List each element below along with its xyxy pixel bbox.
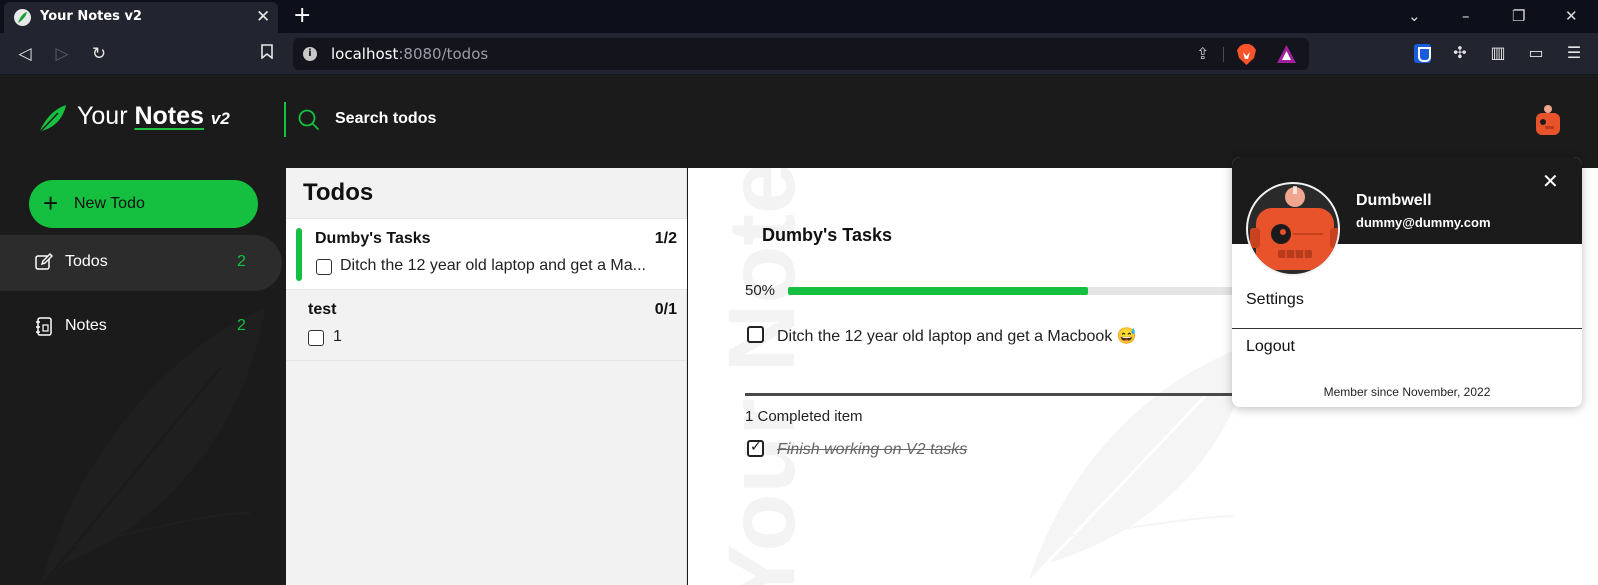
list-divider <box>286 360 687 361</box>
browser-tab-strip: Your Notes v2 ✕ + ⌄ – ❐ ✕ <box>0 0 1598 33</box>
list-item-preview: Ditch the 12 year old laptop and get a M… <box>340 257 646 274</box>
brave-rewards-icon[interactable] <box>1277 45 1296 63</box>
feather-watermark-icon <box>1026 343 1253 585</box>
new-todo-button[interactable]: + New Todo <box>29 180 258 228</box>
todo-title[interactable]: Dumby's Tasks <box>762 225 892 246</box>
close-icon[interactable]: ✕ <box>1542 171 1559 191</box>
tab-search-chevron-icon[interactable]: ⌄ <box>1408 6 1421 26</box>
sidebar-item-label: Notes <box>65 317 107 334</box>
forward-icon[interactable]: ▷ <box>50 42 74 66</box>
user-avatar[interactable] <box>1531 104 1565 138</box>
todo-list-panel: Todos Dumby's Tasks 1/2 Ditch the 12 yea… <box>286 168 687 585</box>
restore-icon[interactable]: ❐ <box>1512 6 1525 26</box>
task-text[interactable]: Ditch the 12 year old laptop and get a M… <box>777 326 1137 346</box>
extensions-icon[interactable]: ✣ <box>1449 42 1471 64</box>
list-item-ratio: 0/1 <box>654 301 677 318</box>
back-icon[interactable]: ◁ <box>13 42 37 66</box>
list-item-preview: 1 <box>333 328 342 345</box>
feather-logo-icon <box>38 105 66 134</box>
app-logo[interactable]: Your Notes v2 <box>77 102 230 131</box>
sidebar-item-todos[interactable]: Todos 2 <box>0 235 282 291</box>
list-item-name: Dumby's Tasks <box>315 230 431 247</box>
progress-fill <box>788 287 1088 295</box>
edit-icon <box>35 253 53 270</box>
sidebar-item-notes[interactable]: Notes 2 <box>0 299 282 355</box>
sidebar-item-count: 2 <box>237 317 246 334</box>
progress-percent: 50% <box>745 282 776 299</box>
list-item-checkbox[interactable] <box>308 330 324 346</box>
site-info-icon[interactable]: i <box>303 47 317 61</box>
brave-shields-icon[interactable] <box>1237 44 1256 65</box>
app-header: Your Notes v2 <box>0 76 1598 168</box>
profile-menu: Dumbwell dummy@dummy.com ✕ Settings Logo… <box>1232 157 1582 407</box>
browser-toolbar: ◁ ▷ ↻ i localhost:8080/todos ⇪ ✣ ▥ ▭ ☰ <box>0 33 1598 75</box>
profile-email: dummy@dummy.com <box>1356 215 1491 230</box>
menu-icon[interactable]: ☰ <box>1563 42 1585 64</box>
list-item-name: test <box>308 301 337 318</box>
completed-task-checkbox[interactable] <box>747 439 764 457</box>
completed-count[interactable]: 1 Completed item <box>745 408 863 425</box>
notebook-icon <box>36 317 52 336</box>
search-input[interactable] <box>335 106 695 132</box>
wallet-icon[interactable]: ▭ <box>1525 42 1547 64</box>
reload-icon[interactable]: ↻ <box>87 42 111 66</box>
profile-avatar <box>1246 182 1340 276</box>
settings-menu-item[interactable]: Settings <box>1246 291 1304 309</box>
sidebar: + New Todo Todos 2 Notes 2 <box>0 168 286 585</box>
plus-icon: + <box>43 188 59 218</box>
list-item[interactable]: Dumby's Tasks 1/2 Ditch the 12 year old … <box>286 218 687 289</box>
new-todo-label: New Todo <box>74 195 145 212</box>
minimize-icon[interactable]: – <box>1462 6 1470 26</box>
close-window-icon[interactable]: ✕ <box>1565 6 1578 26</box>
menu-divider <box>1232 328 1582 329</box>
toolbar-separator <box>1223 47 1224 62</box>
browser-tab[interactable]: Your Notes v2 ✕ <box>4 2 278 33</box>
bookmark-icon[interactable] <box>255 42 279 66</box>
feather-favicon-icon <box>14 9 31 26</box>
sidebar-toggle-icon[interactable]: ▥ <box>1487 42 1509 64</box>
new-tab-button[interactable]: + <box>293 3 311 29</box>
search-icon <box>298 109 320 131</box>
search-divider <box>284 102 286 137</box>
list-item-checkbox[interactable] <box>316 259 332 275</box>
page-title: Todos <box>303 179 374 206</box>
tab-title: Your Notes v2 <box>40 9 142 24</box>
list-item[interactable]: test 0/1 1 <box>286 289 687 360</box>
member-since: Member since November, 2022 <box>1323 385 1491 399</box>
logout-menu-item[interactable]: Logout <box>1246 338 1295 356</box>
tab-close-icon[interactable]: ✕ <box>256 7 270 27</box>
task-checkbox[interactable] <box>747 326 764 343</box>
completed-divider <box>745 393 1285 396</box>
url-text: localhost:8080/todos <box>331 45 489 63</box>
sidebar-item-count: 2 <box>237 253 246 270</box>
completed-task-text[interactable]: Finish working on V2 tasks <box>777 441 967 459</box>
profile-name: Dumbwell <box>1356 192 1432 209</box>
bitwarden-icon[interactable] <box>1414 44 1431 63</box>
active-indicator <box>296 228 302 281</box>
share-icon[interactable]: ⇪ <box>1196 44 1209 63</box>
sidebar-item-label: Todos <box>65 253 108 270</box>
address-bar[interactable]: i localhost:8080/todos ⇪ <box>293 38 1309 70</box>
list-item-ratio: 1/2 <box>654 230 677 247</box>
